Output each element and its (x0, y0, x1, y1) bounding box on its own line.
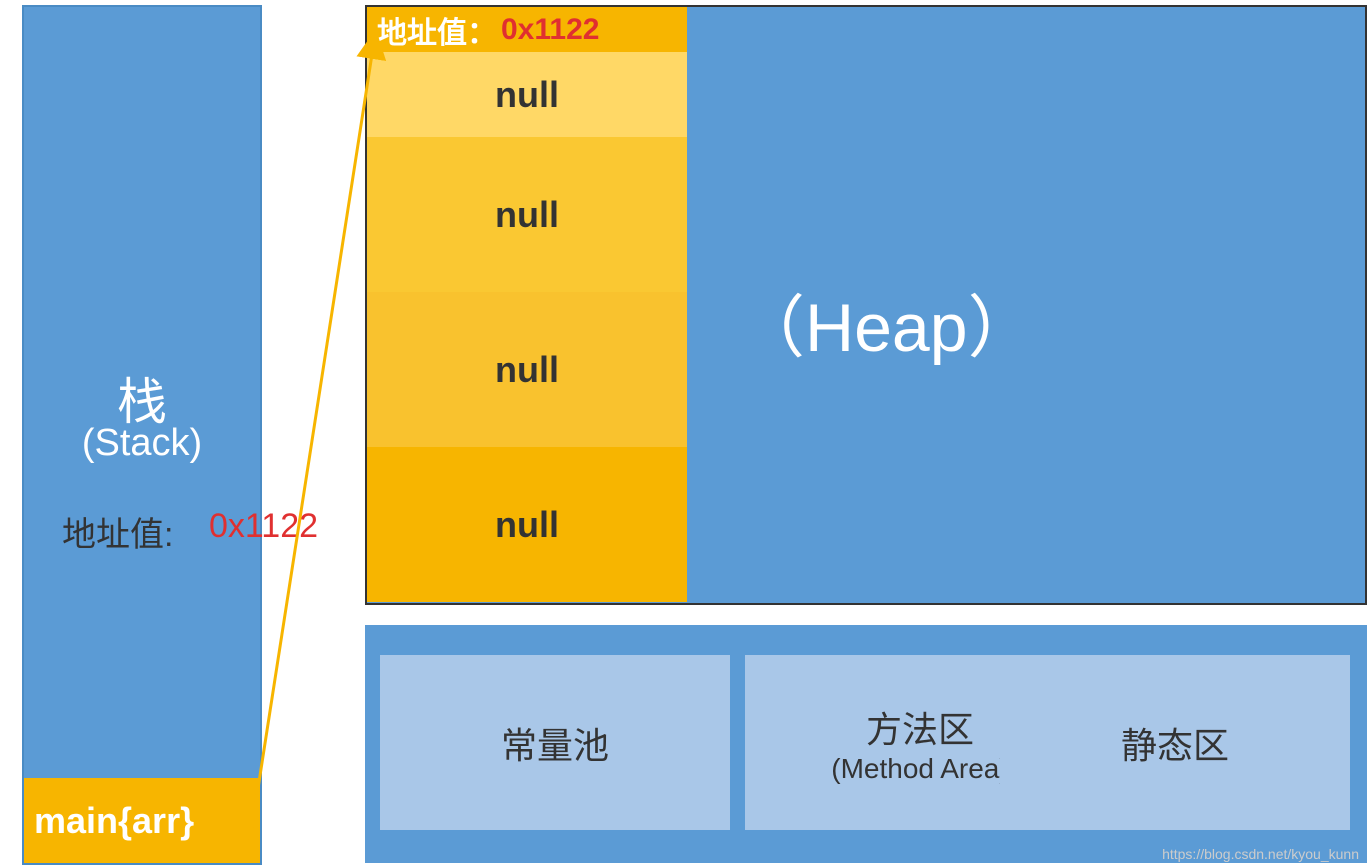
stack-box: 栈 (Stack) 地址值: 0x1122 main{arr} (22, 5, 262, 865)
static-area-label: 静态区 (1121, 717, 1229, 769)
constant-pool-box: 常量池 (380, 655, 730, 830)
array-cell-2: null (367, 292, 687, 447)
stack-address-label: 地址值: (62, 507, 173, 556)
method-area-box: 常量池 方法区 (Method Area) 静态区 (365, 625, 1367, 863)
array-cell-3: null (367, 447, 687, 602)
heap-array: 地址值： 0x1122 null null null null (367, 7, 687, 603)
heap-label: （Heap） (737, 272, 1036, 371)
heap-array-header: 地址值： 0x1122 (367, 7, 687, 52)
array-cell-0: null (367, 52, 687, 137)
heap-address-label: 地址值： (377, 8, 497, 52)
stack-main-frame: main{arr} (24, 778, 260, 863)
constant-pool-label: 常量池 (501, 717, 609, 769)
watermark: https://blog.csdn.net/kyou_kunn (1162, 846, 1359, 862)
heap-address-value: 0x1122 (501, 13, 599, 47)
array-cell-1: null (367, 137, 687, 292)
stack-subtitle: (Stack) (24, 422, 260, 465)
stack-main-label: main{arr} (34, 800, 194, 842)
stack-address-value: 0x1122 (209, 507, 318, 546)
heap-box: 地址值： 0x1122 null null null null （Heap） (365, 5, 1367, 605)
static-area-box: 静态区 (1000, 655, 1350, 830)
method-area-label-en: (Method Area) (831, 753, 1008, 785)
method-area-label-cn: 方法区 (866, 701, 974, 753)
